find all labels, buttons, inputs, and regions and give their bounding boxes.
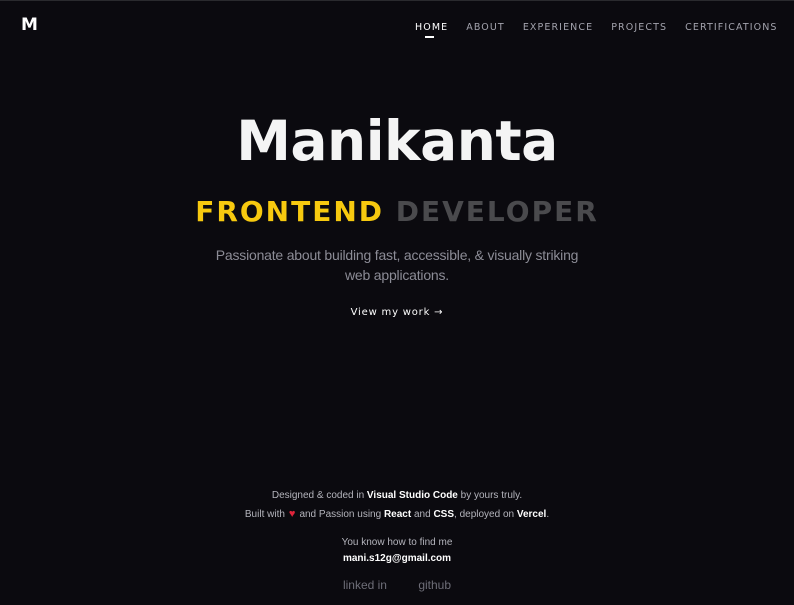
find-label: You know how to find me [341, 537, 453, 548]
nav-experience[interactable]: EXPERIENCE [523, 22, 593, 33]
hero-tagline: Passionate about building fast, accessib… [215, 247, 579, 283]
hero-role: FRONTEND DEVELOPER [0, 195, 794, 228]
site-logo[interactable]: M [21, 15, 38, 35]
portfolio-page: M HOME ABOUT EXPERIENCE PROJECTS CERTIFI… [0, 0, 794, 605]
footer-credits: Designed & coded in Visual Studio Code b… [0, 487, 794, 524]
github-link[interactable]: github [418, 578, 451, 592]
linkedin-link[interactable]: linked in [343, 578, 387, 592]
role-primary: FRONTEND [195, 195, 385, 228]
nav-projects[interactable]: PROJECTS [611, 22, 667, 33]
contact-block: You know how to find me mani.s12g@gmail.… [0, 535, 794, 567]
hero-name: Manikanta [236, 109, 558, 173]
footer-line-2: Built with ♥ and Passion using React and C… [244, 508, 550, 520]
main-nav: HOME ABOUT EXPERIENCE PROJECTS CERTIFICA… [415, 22, 794, 38]
role-secondary: DEVELOPER [395, 195, 599, 228]
footer-line-1: Designed & coded in Visual Studio Code b… [271, 490, 523, 501]
view-work-link[interactable]: View my work → [0, 307, 794, 318]
nav-about[interactable]: ABOUT [466, 22, 505, 33]
social-links: linked in github [0, 578, 794, 592]
nav-home[interactable]: HOME [415, 22, 448, 38]
tool-name: Visual Studio Code [366, 490, 458, 501]
nav-certifications[interactable]: CERTIFICATIONS [685, 22, 777, 33]
email-link[interactable]: mani.s12g@gmail.com [0, 551, 794, 567]
heart-icon: ♥ [288, 508, 296, 520]
